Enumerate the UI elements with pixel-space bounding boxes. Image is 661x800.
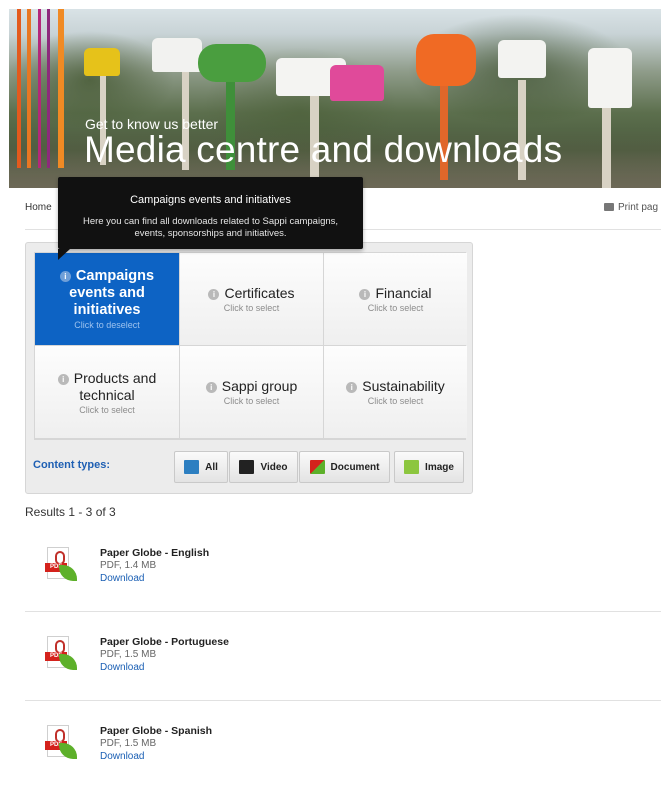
all-icon <box>184 460 200 474</box>
category-label: i Campaigns events and initiatives <box>48 268 166 319</box>
mailbox-white-3 <box>498 40 546 78</box>
breadcrumb: Home <box>25 202 52 213</box>
category-label-text: Products and technical <box>73 369 157 403</box>
category-tile[interactable]: i Products and technical Click to select <box>35 346 179 438</box>
category-grid: i Campaigns events and initiatives Click t… <box>34 252 467 440</box>
category-label-text: Sustainability <box>362 378 445 394</box>
mailbox-white-4 <box>588 48 632 108</box>
decor-stripe <box>27 0 31 168</box>
tooltip-text: Here you can find all downloads related … <box>82 216 339 239</box>
content-types-label: Content types: <box>33 459 110 471</box>
download-link[interactable]: Download <box>100 751 144 762</box>
category-hint: Click to deselect <box>74 320 140 330</box>
mailbox-pink <box>330 65 384 101</box>
content-type-document-button[interactable]: Document <box>299 451 390 483</box>
print-label: Print pag <box>618 202 659 213</box>
category-label: i Financial <box>359 285 432 302</box>
category-filter-panel: i Campaigns events and initiatives Click t… <box>25 242 473 494</box>
category-tile[interactable]: i Sappi group Click to select <box>180 346 323 438</box>
film-icon <box>239 460 255 474</box>
info-icon: i <box>59 271 71 282</box>
decor-stripe <box>17 0 21 168</box>
tooltip-title: Campaigns events and initiatives <box>130 194 291 206</box>
list-item: PDF Paper Globe - Portuguese PDF, 1.5 MB Do… <box>25 622 661 711</box>
content-type-video-button[interactable]: Video <box>229 451 298 483</box>
item-meta: PDF, 1.5 MB <box>100 738 157 749</box>
hero-banner: Get to know us better Media centre and d… <box>0 0 661 188</box>
pdf-icon: PDF <box>41 547 81 585</box>
category-tile[interactable]: i Financial Click to select <box>324 253 467 345</box>
category-label-text: Campaigns events and initiatives <box>69 268 155 318</box>
pdf-icon: PDF <box>41 636 81 674</box>
decor-stripe <box>38 0 41 168</box>
item-meta: PDF, 1.5 MB <box>100 649 157 660</box>
item-title: Paper Globe - English <box>100 547 210 559</box>
category-label-text: Sappi group <box>221 378 298 394</box>
category-tile[interactable]: i Certificates Click to select <box>180 253 323 345</box>
info-icon: i <box>208 289 220 300</box>
category-label: i Products and technical <box>47 370 167 404</box>
mailbox-green <box>198 44 266 82</box>
category-hint: Click to select <box>367 396 424 406</box>
category-label: i Sustainability <box>346 378 445 395</box>
print-page-link[interactable]: Print pag <box>604 202 658 213</box>
category-tile[interactable]: i Sustainability Click to select <box>324 346 467 438</box>
category-hint: Click to select <box>79 404 135 415</box>
item-title: Paper Globe - Portuguese <box>100 636 229 648</box>
mailbox-white <box>152 38 202 72</box>
download-link[interactable]: Download <box>100 573 144 584</box>
info-icon: i <box>359 289 371 300</box>
list-item: PDF Paper Globe - English PDF, 1.4 MB Downl… <box>25 533 661 622</box>
image-icon <box>404 460 420 474</box>
content-type-all-button[interactable]: All <box>174 451 228 483</box>
category-hint: Click to select <box>223 303 280 313</box>
mailbox-yellow <box>84 48 120 76</box>
download-link[interactable]: Download <box>100 662 144 673</box>
divider <box>25 611 661 612</box>
category-tooltip: Campaigns events and initiatives Here yo… <box>58 177 363 260</box>
printer-icon <box>604 203 614 212</box>
category-label-text: Financial <box>375 285 432 301</box>
document-icon <box>309 460 325 474</box>
category-label: i Certificates <box>208 285 295 302</box>
category-label-text: Certificates <box>224 285 295 301</box>
category-hint: Click to select <box>223 396 280 406</box>
list-item: PDF Paper Globe - Spanish PDF, 1.5 MB Downl… <box>25 711 661 800</box>
info-icon: i <box>57 373 69 385</box>
mailbox-orange <box>416 34 476 86</box>
info-icon: i <box>346 382 358 393</box>
item-meta: PDF, 1.4 MB <box>100 560 157 571</box>
category-label: i Sappi group <box>205 378 298 395</box>
info-icon: i <box>205 382 217 393</box>
breadcrumb-home-link[interactable]: Home <box>25 202 52 213</box>
decor-stripe <box>58 0 64 168</box>
page-title: Media centre and downloads <box>84 129 563 170</box>
item-title: Paper Globe - Spanish <box>100 725 213 737</box>
category-tile[interactable]: i Campaigns events and initiatives Click t… <box>35 253 179 345</box>
pdf-icon: PDF <box>41 725 81 763</box>
divider <box>25 700 661 701</box>
content-type-image-button[interactable]: Image <box>394 451 464 483</box>
category-hint: Click to select <box>367 303 424 313</box>
decor-stripe <box>47 0 50 168</box>
results-summary: Results 1 - 3 of 3 <box>25 505 116 519</box>
